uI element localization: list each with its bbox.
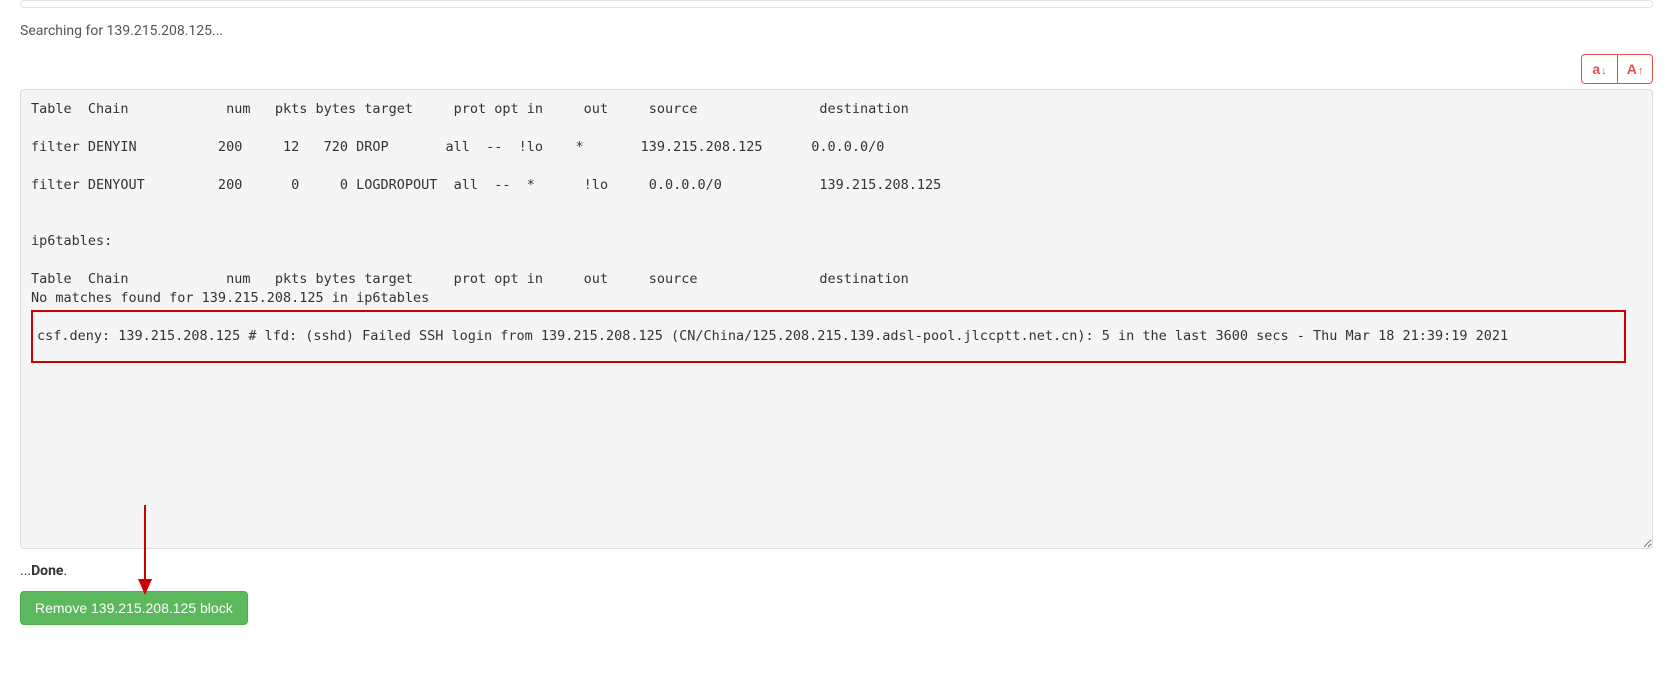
done-prefix: ... — [20, 563, 31, 579]
arrow-up-icon — [1637, 61, 1644, 77]
terminal-output[interactable]: Table Chain num pkts bytes target prot o… — [20, 89, 1653, 549]
terminal-line: Table Chain num pkts bytes target prot o… — [31, 271, 909, 287]
done-suffix: . — [64, 563, 68, 579]
panel-top-border — [20, 0, 1653, 8]
terminal-line: ip6tables: — [31, 233, 112, 249]
terminal-line: filter DENYOUT 200 0 0 LOGDROPOUT all --… — [31, 177, 941, 193]
searching-status-text: Searching for 139.215.208.125... — [20, 23, 1653, 39]
font-size-controls: aA — [1581, 54, 1653, 84]
font-decrease-button[interactable]: a — [1581, 54, 1617, 84]
font-increase-button[interactable]: A — [1617, 54, 1653, 84]
done-label: Done — [31, 563, 63, 579]
done-status: ...Done. — [20, 563, 1653, 579]
terminal-line: No matches found for 139.215.208.125 in … — [31, 290, 429, 306]
arrow-down-icon — [1600, 61, 1607, 77]
terminal-line: filter DENYIN 200 12 720 DROP all -- !lo… — [31, 139, 884, 155]
font-decrease-label: a — [1592, 61, 1600, 77]
csf-deny-highlight: csf.deny: 139.215.208.125 # lfd: (sshd) … — [31, 310, 1626, 363]
font-increase-label: A — [1627, 61, 1637, 77]
terminal-line: Table Chain num pkts bytes target prot o… — [31, 101, 909, 117]
remove-block-button[interactable]: Remove 139.215.208.125 block — [20, 591, 248, 625]
